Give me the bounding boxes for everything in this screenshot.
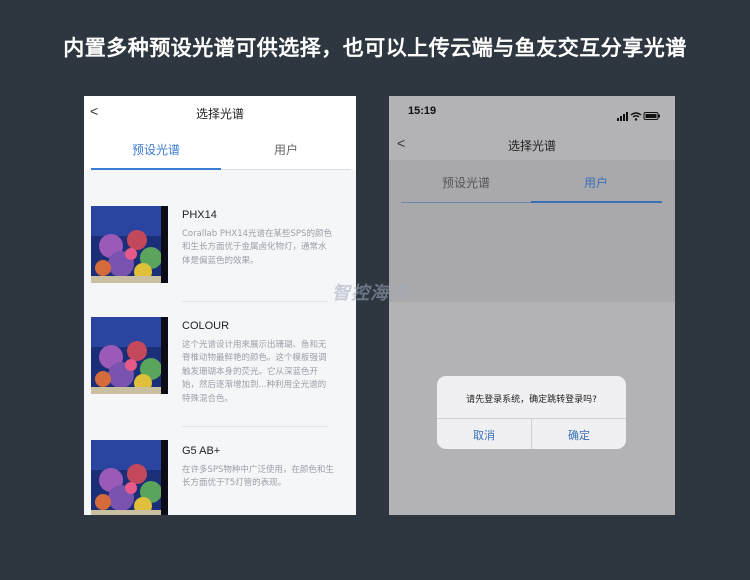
- status-time: 15:19: [408, 105, 437, 117]
- divider: [182, 301, 328, 302]
- spectrum-item-phx14[interactable]: PHX14 Corallab PHX14光谱在某些SPS的颜色和生长方面优于金属…: [84, 206, 356, 326]
- cancel-button[interactable]: 取消: [437, 427, 531, 443]
- spectrum-description: 这个光谱设计用来展示出珊瑚、鱼和无脊椎动物最鲜艳的颜色。这个模板强调触发珊瑚本身…: [182, 340, 327, 404]
- aquarium-thumbnail: [91, 440, 168, 515]
- battery-icon: [643, 112, 660, 120]
- spectrum-name: COLOUR: [182, 320, 230, 332]
- tab-preset-spectrum[interactable]: 预设光谱: [91, 141, 221, 158]
- user-spectrum-screen: 15:19 < 选择光谱 预设光谱 用户 请先登录系统，确定跳转登录吗? 取消 …: [389, 96, 675, 515]
- nav-bar: < 选择光谱: [84, 96, 356, 128]
- spectrum-name: G5 AB+: [182, 445, 221, 457]
- page-title: 选择光谱: [507, 139, 556, 153]
- confirm-button[interactable]: 确定: [532, 427, 626, 443]
- nav-bar: < 选择光谱: [389, 128, 675, 160]
- spectrum-item-colour[interactable]: COLOUR 这个光谱设计用来展示出珊瑚、鱼和无脊椎动物最鲜艳的颜色。这个模板强…: [84, 317, 356, 437]
- signal-icon: [617, 112, 628, 121]
- spectrum-name: PHX14: [182, 209, 217, 221]
- headline: 内置多种预设光谱可供选择，也可以上传云端与鱼友交互分享光谱: [63, 36, 687, 60]
- dialog-message: 请先登录系统，确定跳转登录吗?: [466, 395, 597, 405]
- status-icons: [617, 106, 661, 121]
- watermark: 智控海洋: [332, 283, 408, 304]
- tab-bar: 预设光谱 用户: [84, 128, 356, 170]
- tab-preset-spectrum[interactable]: 预设光谱: [401, 174, 531, 191]
- aquarium-thumbnail: [91, 317, 168, 394]
- spectrum-description: Corallab PHX14光谱在某些SPS的颜色和生长方面优于金属卤化物灯，通…: [182, 229, 332, 266]
- preset-spectrum-screen: < 选择光谱 预设光谱 用户 PHX14 Corallab PHX14光谱在某些…: [84, 96, 356, 515]
- wifi-icon: [630, 112, 642, 121]
- spectrum-description: 在许多SPS物种中广泛使用，在颜色和生长方面优于T5灯管的表现。: [182, 465, 334, 489]
- tab-user[interactable]: 用户: [531, 174, 661, 191]
- active-tab-indicator: [91, 168, 221, 170]
- divider: [182, 426, 328, 427]
- page-title: 选择光谱: [195, 107, 244, 121]
- tab-user[interactable]: 用户: [221, 141, 351, 158]
- status-bar: 15:19: [389, 96, 675, 128]
- login-dialog: 请先登录系统，确定跳转登录吗? 取消 确定: [437, 376, 626, 449]
- spectrum-item-g5-ab-plus[interactable]: G5 AB+ 在许多SPS物种中广泛使用，在颜色和生长方面优于T5灯管的表现。: [84, 440, 356, 515]
- active-tab-indicator: [531, 201, 662, 203]
- aquarium-thumbnail: [91, 206, 168, 283]
